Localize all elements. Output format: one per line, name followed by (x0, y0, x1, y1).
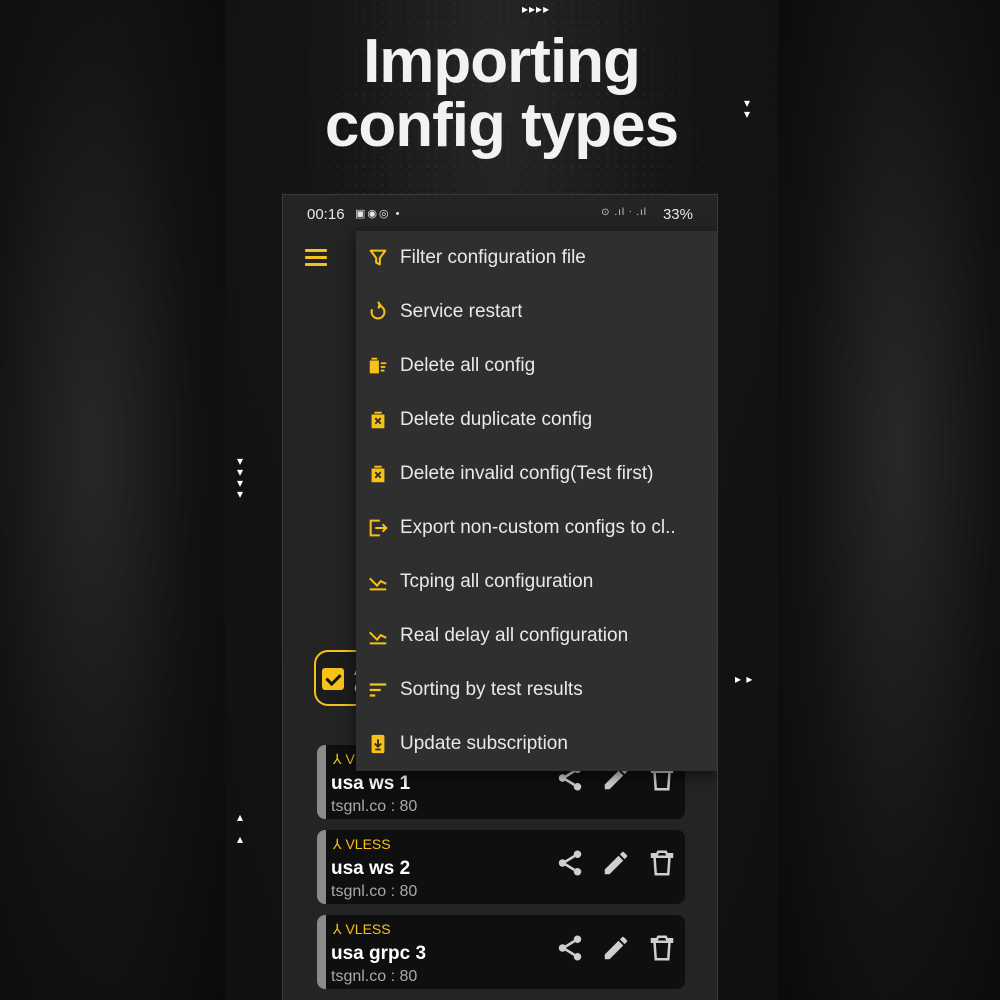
menu-item-label: Delete invalid config(Test first) (400, 463, 654, 484)
status-bar: 00:16 ▣◉◎ • ⊙ .ıl ᐧ .ıl 33% (283, 195, 717, 233)
menu-icon[interactable] (305, 249, 327, 267)
menu-item-filter[interactable]: Filter configuration file (356, 231, 717, 285)
edit-icon[interactable] (601, 848, 631, 878)
ping-icon (369, 631, 387, 645)
share-icon[interactable] (555, 933, 585, 963)
export-icon (369, 519, 388, 537)
edit-icon[interactable] (601, 933, 631, 963)
menu-item-label: Update subscription (400, 733, 568, 754)
config-address: tsgnl.co : 80 (331, 798, 418, 815)
battery-level: 33% (662, 206, 693, 223)
card-indicator (317, 915, 326, 989)
menu-item-label: Delete all config (400, 355, 536, 376)
share-icon[interactable] (555, 848, 585, 878)
ping-icon (369, 577, 387, 591)
delete-all-icon (369, 357, 387, 374)
signal-icon: ⊙ .ıl ᐧ .ıl (601, 207, 647, 218)
decorative-arrows-left: ▾ ▾ ▾ ▾ (237, 454, 245, 501)
phone-screen: 00:16 ▣◉◎ • ⊙ .ıl ᐧ .ıl 33% A C ⅄ V usa … (282, 194, 718, 1000)
config-name: usa ws 2 (331, 858, 411, 879)
config-name: usa grpc 3 (331, 943, 427, 964)
protocol-icon: ⅄ (333, 836, 346, 852)
overflow-menu: Filter configuration file Service restar… (356, 231, 717, 771)
config-address: tsgnl.co : 80 (331, 883, 418, 900)
delete-icon (371, 465, 385, 483)
menu-item-delete-invalid[interactable]: Delete invalid config(Test first) (356, 447, 717, 501)
menu-item-label: Export non-custom configs to cl.. (400, 517, 676, 538)
protocol-type: ⅄ V (333, 751, 355, 767)
menu-item-label: Service restart (400, 301, 523, 322)
menu-item-label: Delete duplicate config (400, 409, 593, 430)
decorative-arrows-right-top: ▾ ▾ (744, 96, 752, 121)
blurred-background-left (0, 0, 225, 1000)
menu-item-label: Tcping all configuration (400, 571, 594, 592)
sort-icon (369, 683, 387, 697)
notification-icons: ▣◉◎ • (355, 208, 402, 220)
protocol-icon: ⅄ (333, 751, 346, 767)
protocol-icon: ⅄ (333, 921, 346, 937)
decorative-arrows-bottom-left: ▴ ▴ (237, 810, 245, 846)
restart-icon (370, 301, 386, 320)
menu-item-delete-duplicate[interactable]: Delete duplicate config (356, 393, 717, 447)
menu-item-delete-all[interactable]: Delete all config (356, 339, 717, 393)
menu-item-label: Real delay all configuration (400, 625, 629, 646)
filter-icon (369, 249, 387, 266)
config-card[interactable]: ⅄ VLESS usa grpc 3 tsgnl.co : 80 (317, 915, 685, 989)
decorative-arrows-top: ▸▸▸▸ (522, 2, 551, 16)
delete-icon (371, 411, 385, 429)
menu-item-label: Sorting by test results (400, 679, 583, 700)
checkbox-icon[interactable] (322, 668, 344, 690)
menu-item-update-subscription[interactable]: Update subscription (356, 717, 717, 771)
protocol-type: ⅄ VLESS (333, 921, 391, 937)
config-card[interactable]: ⅄ VLESS usa ws 2 tsgnl.co : 80 (317, 830, 685, 904)
menu-item-label: Filter configuration file (400, 247, 586, 268)
decorative-arrows-right: ▸ ▸ (735, 672, 754, 686)
menu-item-real-delay[interactable]: Real delay all configuration (356, 609, 717, 663)
blurred-background-right (778, 0, 1000, 1000)
headline: Importing config types (225, 30, 778, 158)
update-icon (371, 734, 385, 754)
delete-icon[interactable] (647, 933, 677, 963)
protocol-type: ⅄ VLESS (333, 836, 391, 852)
headline-line-2: config types (324, 91, 679, 160)
menu-item-service-restart[interactable]: Service restart (356, 285, 717, 339)
status-time: 00:16 (307, 206, 345, 223)
menu-item-tcping[interactable]: Tcping all configuration (356, 555, 717, 609)
card-indicator (317, 830, 326, 904)
menu-item-sorting[interactable]: Sorting by test results (356, 663, 717, 717)
card-indicator (317, 745, 326, 819)
delete-icon[interactable] (647, 848, 677, 878)
config-address: tsgnl.co : 80 (331, 968, 418, 985)
menu-item-export[interactable]: Export non-custom configs to cl.. (356, 501, 717, 555)
video-frame: Importing config types ▸▸▸▸ ▾ ▾ ▾ ▾ ▾ ▾ ▸ ▸ … (0, 0, 1000, 1000)
headline-line-1: Importing (363, 27, 641, 96)
config-name: usa ws 1 (331, 773, 411, 794)
